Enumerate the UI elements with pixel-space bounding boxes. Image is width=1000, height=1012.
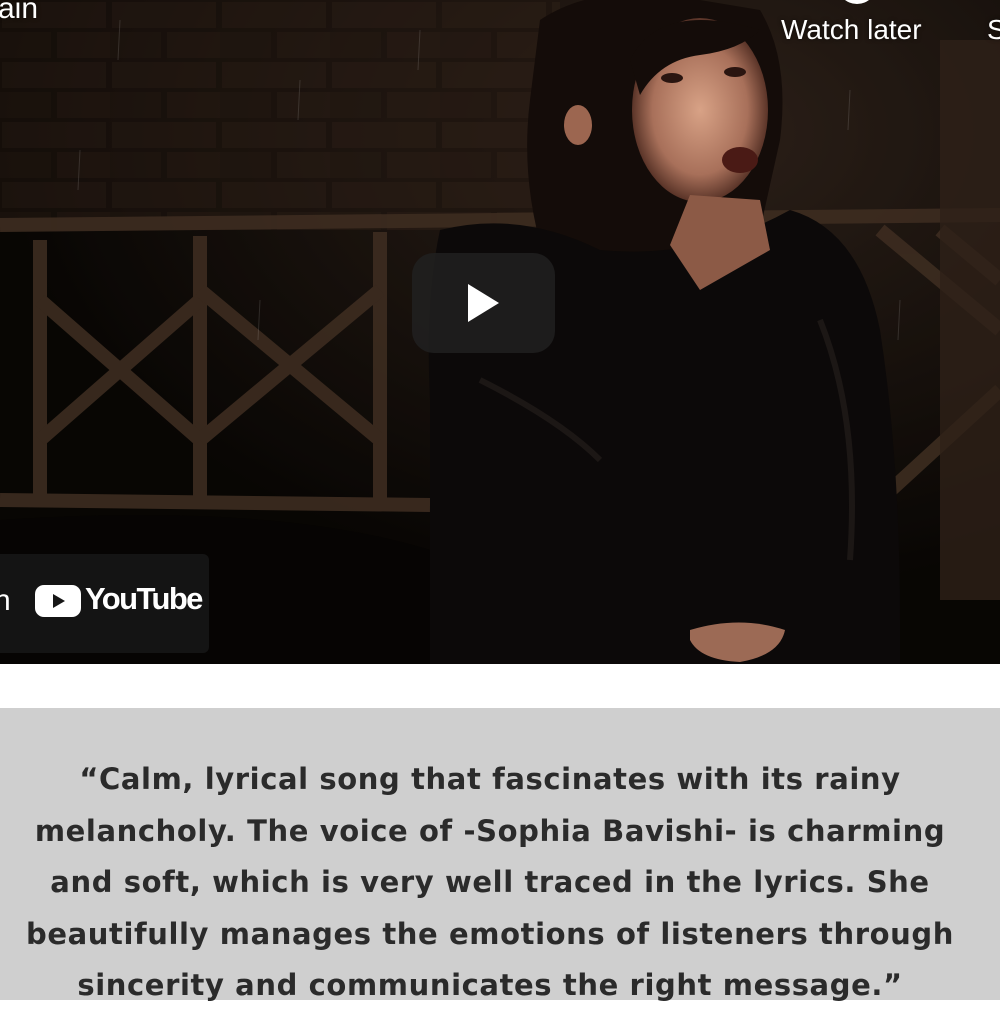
video-player[interactable]: ain Watch later S n YouTube	[0, 0, 1000, 664]
play-icon	[468, 284, 499, 322]
youtube-logo-icon	[35, 585, 81, 617]
testimonial-section: “Calm, lyrical song that fascinates with…	[0, 708, 1000, 1002]
clock-icon	[845, 0, 869, 4]
youtube-wordmark: YouTube	[85, 581, 203, 616]
watch-on-label: n	[0, 584, 11, 617]
video-title[interactable]: ain	[0, 0, 38, 26]
play-button[interactable]	[412, 253, 555, 353]
share-button-label[interactable]: S	[987, 14, 1000, 46]
testimonial-quote: “Calm, lyrical song that fascinates with…	[25, 762, 955, 1002]
watch-later-label: Watch later	[781, 14, 922, 45]
watch-later-button[interactable]: Watch later	[772, 0, 940, 70]
watch-on-youtube-button[interactable]: n YouTube	[0, 554, 209, 653]
